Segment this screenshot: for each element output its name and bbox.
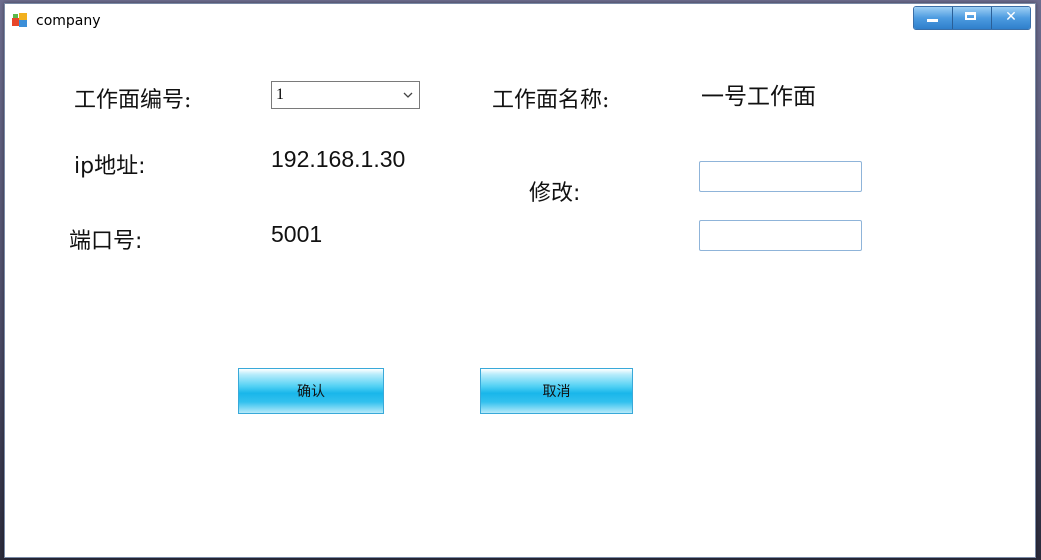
app-window: company ✕ 工作面编号: 1 工作面名称: 一号工作面 ip地址: 19… <box>4 3 1036 558</box>
port-value: 5001 <box>271 221 323 247</box>
windows-app-icon <box>12 13 28 27</box>
workface-name-value: 一号工作面 <box>701 83 816 109</box>
maximize-icon <box>965 12 976 20</box>
title-bar[interactable]: company ✕ <box>5 4 1035 36</box>
port-edit-input[interactable] <box>699 220 862 251</box>
ip-value: 192.168.1.30 <box>271 146 406 172</box>
port-label: 端口号: <box>69 229 143 254</box>
window-controls: ✕ <box>913 6 1031 30</box>
workface-name-label: 工作面名称: <box>492 88 610 113</box>
ip-edit-input[interactable] <box>699 161 862 192</box>
close-icon: ✕ <box>1005 9 1017 25</box>
confirm-button[interactable]: 确认 <box>238 368 384 414</box>
chevron-down-icon[interactable] <box>400 86 416 104</box>
window-title: company <box>36 13 101 29</box>
workface-no-label: 工作面编号: <box>74 88 192 113</box>
ip-label: ip地址: <box>74 154 146 179</box>
close-button[interactable]: ✕ <box>991 7 1030 29</box>
minimize-button[interactable] <box>914 7 952 29</box>
cancel-button[interactable]: 取消 <box>480 368 633 414</box>
workface-no-select[interactable]: 1 <box>271 81 420 109</box>
minimize-icon <box>927 19 938 22</box>
maximize-button[interactable] <box>952 7 991 29</box>
modify-label: 修改: <box>529 181 581 206</box>
workface-no-selected-value: 1 <box>276 86 284 103</box>
